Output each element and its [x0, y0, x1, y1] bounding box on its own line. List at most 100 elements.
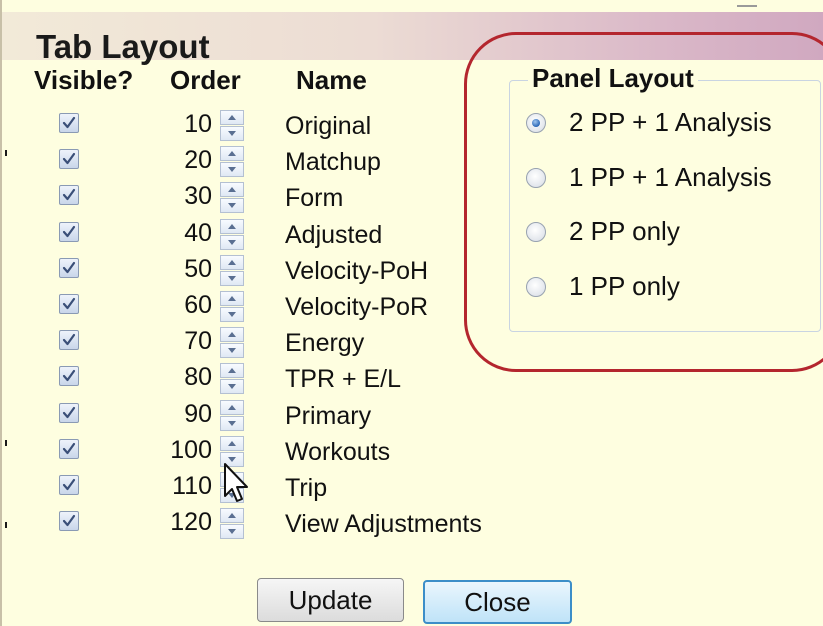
visible-checkbox[interactable] [59, 438, 79, 459]
order-spinner [220, 146, 244, 178]
order-spinner [220, 291, 244, 323]
tab-row: 70 Energy [2, 327, 462, 363]
spinner-up-arrow-icon[interactable] [220, 327, 244, 343]
checkmark-icon [62, 297, 76, 310]
order-value[interactable]: 60 [152, 291, 212, 320]
panel-layout-option[interactable]: 2 PP + 1 Analysis [526, 107, 816, 141]
checkmark-icon [62, 116, 76, 129]
tab-name: Trip [285, 474, 328, 502]
spinner-up-arrow-icon[interactable] [220, 254, 244, 270]
radio-label: 2 PP + 1 Analysis [569, 107, 772, 137]
radio-button[interactable] [526, 276, 546, 297]
tab-row: 120 View Adjustments [2, 508, 482, 544]
tab-row: 10 Original [2, 110, 462, 146]
checkmark-icon [62, 261, 76, 273]
order-value[interactable]: 10 [152, 110, 212, 139]
order-value[interactable]: 50 [152, 255, 212, 284]
checkmark-icon [62, 189, 76, 201]
tab-name: Matchup [285, 148, 381, 177]
radio-button[interactable] [526, 167, 546, 188]
visible-checkbox[interactable] [59, 402, 79, 423]
spinner-up-arrow-icon[interactable] [220, 146, 244, 162]
spinner-up-arrow-icon[interactable] [220, 218, 244, 234]
order-spinner [220, 182, 244, 214]
order-value[interactable]: 90 [152, 400, 212, 429]
visible-checkbox[interactable] [59, 330, 79, 351]
spinner-down-arrow-icon[interactable] [220, 270, 244, 286]
spinner-down-arrow-icon[interactable] [220, 162, 244, 178]
panel-layout-option[interactable]: 1 PP + 1 Analysis [526, 162, 816, 196]
spinner-down-arrow-icon[interactable] [220, 415, 244, 431]
order-value[interactable]: 80 [152, 363, 212, 392]
order-spinner [220, 508, 244, 540]
spinner-down-arrow-icon[interactable] [220, 379, 244, 395]
tab-name: Form [285, 184, 344, 213]
order-value[interactable]: 40 [152, 219, 212, 248]
spinner-down-arrow-icon[interactable] [220, 307, 244, 322]
top-edge-mark [737, 5, 757, 7]
visible-checkbox[interactable] [59, 113, 79, 133]
tab-name: Workouts [285, 437, 391, 466]
tab-row: 60 Velocity-PoR [2, 291, 462, 327]
order-value[interactable]: 110 [152, 472, 212, 501]
checkmark-icon [62, 478, 76, 491]
visible-checkbox[interactable] [59, 294, 79, 314]
tab-name: Velocity-PoR [285, 293, 429, 321]
checkmark-icon [62, 153, 76, 165]
column-header-visible: Visible? [34, 65, 134, 95]
spinner-up-arrow-icon[interactable] [220, 363, 244, 379]
spinner-up-arrow-icon[interactable] [220, 399, 244, 415]
tab-name: Primary [285, 401, 372, 430]
tab-row: 20 Matchup [2, 146, 462, 182]
tab-name: Velocity-PoH [285, 256, 429, 285]
radio-label: 2 PP only [569, 216, 680, 246]
radio-button[interactable] [526, 113, 546, 133]
spinner-down-arrow-icon[interactable] [220, 343, 244, 359]
order-spinner [220, 399, 244, 432]
visible-checkbox[interactable] [59, 366, 79, 387]
spinner-up-arrow-icon[interactable] [220, 508, 244, 524]
spinner-down-arrow-icon[interactable] [220, 234, 244, 250]
spinner-up-arrow-icon[interactable] [220, 435, 244, 451]
order-value[interactable]: 20 [152, 146, 212, 175]
update-button[interactable]: Update [257, 578, 404, 622]
spinner-up-arrow-icon[interactable] [220, 291, 244, 306]
order-value[interactable]: 70 [152, 327, 212, 356]
order-value[interactable]: 30 [152, 182, 212, 211]
panel-layout-legend: Panel Layout [528, 63, 698, 94]
visible-checkbox[interactable] [59, 511, 79, 532]
tab-row: 80 TPR + E/L [2, 363, 462, 399]
checkmark-icon [62, 406, 76, 418]
tab-row: 30 Form [2, 182, 462, 218]
radio-label: 1 PP + 1 Analysis [569, 161, 772, 192]
tab-row: 90 Primary [2, 399, 462, 436]
checkmark-icon [62, 442, 76, 454]
spinner-down-arrow-icon[interactable] [220, 126, 244, 141]
visible-checkbox[interactable] [59, 185, 79, 206]
radio-button[interactable] [526, 222, 546, 242]
order-spinner [220, 327, 244, 359]
close-button[interactable]: Close [423, 580, 572, 624]
visible-checkbox[interactable] [59, 257, 79, 278]
checkmark-icon [62, 515, 76, 527]
visible-checkbox[interactable] [59, 475, 79, 495]
spinner-up-arrow-icon[interactable] [220, 110, 244, 125]
spinner-down-arrow-icon[interactable] [220, 524, 244, 540]
order-value[interactable]: 100 [152, 436, 212, 465]
visible-checkbox[interactable] [59, 149, 79, 170]
mouse-pointer-icon [224, 463, 248, 502]
left-edge-mark [5, 150, 7, 156]
spinner-up-arrow-icon[interactable] [220, 182, 244, 198]
left-edge-mark [5, 440, 7, 446]
visible-checkbox[interactable] [59, 221, 79, 242]
order-spinner [220, 363, 244, 395]
panel-layout-option[interactable]: 1 PP only [526, 271, 816, 305]
spinner-down-arrow-icon[interactable] [220, 198, 244, 214]
order-value[interactable]: 120 [152, 508, 212, 537]
dialog-title: Tab Layout [36, 28, 210, 65]
panel-layout-option[interactable]: 2 PP only [526, 216, 816, 250]
order-spinner [220, 218, 244, 251]
tab-name: TPR + E/L [285, 365, 402, 394]
tab-row: 50 Velocity-PoH [2, 254, 462, 291]
tab-name: Adjusted [285, 220, 383, 249]
